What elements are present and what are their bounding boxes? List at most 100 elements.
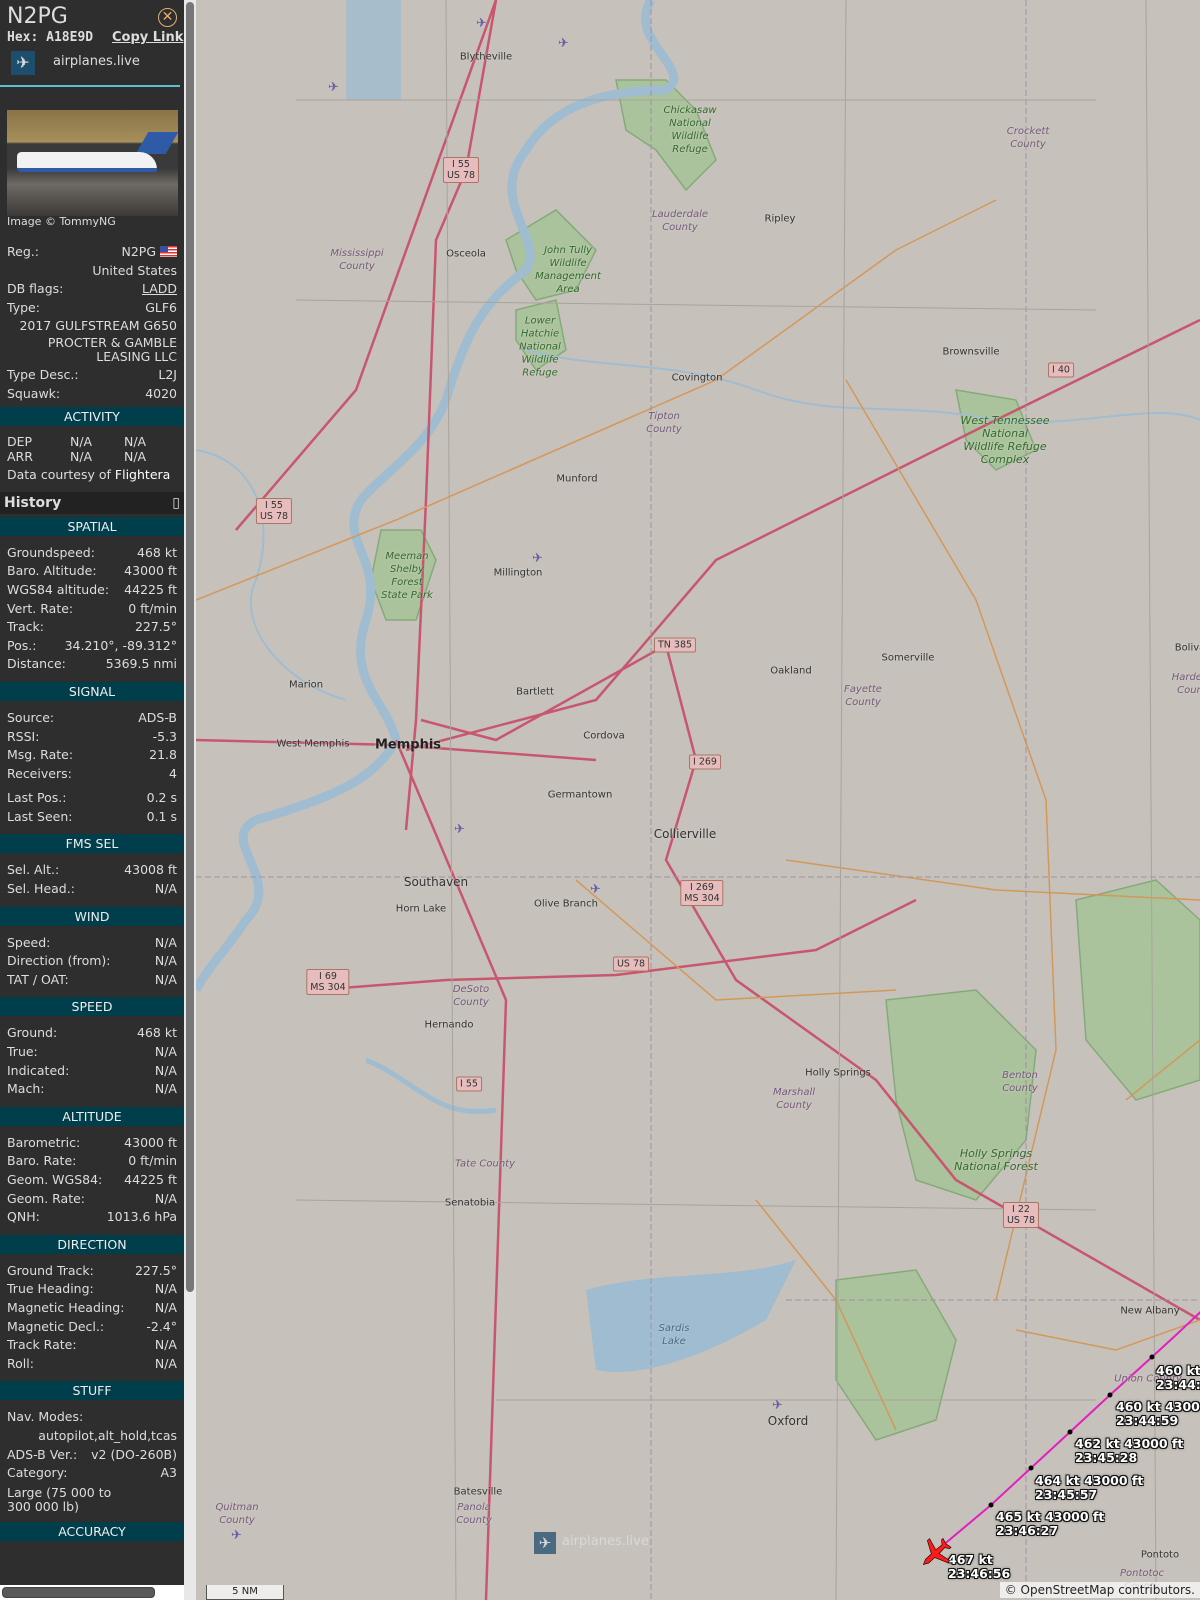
county-label: Mississippi County [330, 248, 384, 272]
horizontal-scrollbar-thumb[interactable] [2, 1587, 155, 1598]
data-courtesy: Data courtesy of Flightera [0, 466, 184, 485]
history-toggle[interactable]: History ▯ [0, 491, 184, 514]
track-point[interactable] [1067, 1429, 1073, 1435]
row-label: Sel. Head.: [7, 881, 75, 897]
activity-grid: DEP N/A N/A ARR N/A N/A [0, 434, 184, 464]
watermark-logo-icon: ✈ [534, 1532, 556, 1554]
country-row: United States [0, 262, 184, 281]
place-label: Marion [288, 679, 324, 691]
row-value: 227.5° [134, 1262, 177, 1278]
road-shield: I 55 [456, 1076, 482, 1092]
row-value: N/A [154, 971, 177, 987]
provider-link[interactable]: Flightera [115, 466, 170, 485]
shield-text: US 78 [446, 170, 476, 181]
country: United States [92, 262, 177, 278]
row-value: N/A [154, 1190, 177, 1206]
track-speed-alt: 462 kt 43000 ft [1075, 1436, 1184, 1451]
place-label: Oxford [767, 1414, 809, 1428]
close-icon[interactable]: ✕ [158, 8, 177, 27]
ladd-flag-link[interactable]: LADD [142, 280, 177, 299]
place-label: Bartlett [516, 686, 554, 698]
road-shield: I 55 US 78 [255, 498, 293, 524]
track-speed-alt: 465 kt 43000 ft [996, 1509, 1105, 1524]
info-row: Sel. Alt.: 43008 ft [0, 861, 184, 880]
airport-icon: ✈ [328, 80, 339, 95]
track-time: 23:44:59 [1116, 1413, 1179, 1428]
track-point[interactable] [988, 1502, 994, 1508]
divider [0, 85, 180, 87]
info-row: TAT / OAT: N/A [0, 971, 184, 990]
place-label: Covington [671, 372, 723, 384]
label: Reg.: [7, 244, 39, 259]
us-flag-icon [160, 246, 177, 257]
track-time: 23:45:28 [1075, 1450, 1138, 1465]
owner-row-2: LEASING LLC [0, 349, 184, 366]
category-desc: Large (75 000 to [0, 1485, 184, 1500]
county-label: Quitman County [215, 1502, 259, 1526]
history-icon[interactable]: ▯ [172, 492, 180, 514]
place-label: Somerville [881, 652, 935, 664]
track-time: 23:45:57 [1035, 1487, 1098, 1502]
row-value: 44225 ft [124, 581, 177, 597]
place-label: Germantown [547, 789, 613, 801]
row-label: Mach: [7, 1081, 45, 1097]
park-label: John Tully Wildlife Management Area [535, 245, 601, 295]
site-link[interactable]: airplanes.live [53, 54, 140, 69]
place-label: Memphis [374, 737, 442, 753]
info-row: Ground: 468 kt [0, 1024, 184, 1043]
row-label: TAT / OAT: [7, 971, 69, 987]
squawk-row: Squawk: 4020 [0, 385, 184, 404]
type-row: Type: GLF6 [0, 299, 184, 318]
info-row: Direction (from): N/A [0, 952, 184, 971]
track-label: 460 kt 43000 ft23:44:30 [1156, 1364, 1200, 1392]
arr-value: N/A [70, 449, 93, 465]
db-flags-row: DB flags: LADD [0, 280, 184, 299]
info-row: Magnetic Heading: N/A [0, 1299, 184, 1318]
info-row: QNH: 1013.6 hPa [0, 1208, 184, 1227]
row-value: 4 [169, 765, 177, 781]
row-label: Geom. Rate: [7, 1190, 86, 1206]
arr-label: ARR [7, 449, 33, 465]
hex-code: Hex: A18E9D [7, 30, 93, 45]
dep-value: N/A [70, 434, 93, 450]
aircraft-info-panel: N2PG ✕ Hex: A18E9D Copy Link ✈ airplanes… [0, 0, 184, 1600]
road-shield: I 69 MS 304 [306, 969, 350, 995]
shield-text: MS 304 [310, 982, 346, 993]
info-row: Barometric: 43000 ft [0, 1134, 184, 1153]
place-label: Pontoto [1140, 1549, 1180, 1561]
place-label: Oakland [770, 665, 812, 677]
track-point[interactable] [1028, 1465, 1034, 1471]
row-label: Receivers: [7, 765, 72, 781]
track-point[interactable] [1149, 1354, 1155, 1360]
road-shield: US 78 [612, 956, 650, 972]
info-row: Roll: N/A [0, 1355, 184, 1374]
airport-icon: ✈ [231, 1528, 242, 1543]
scale-bar: 5 NM [206, 1585, 284, 1600]
airplanes-live-logo-icon[interactable]: ✈ [11, 51, 35, 75]
map-attribution[interactable]: © OpenStreetMap contributors. [999, 1582, 1200, 1598]
aircraft-marker-icon[interactable] [916, 1533, 956, 1573]
copy-link-button[interactable]: Copy Link [112, 30, 183, 45]
place-label: Horn Lake [395, 903, 447, 915]
map-view[interactable]: Blytheville Osceola Ripley Covington Bro… [196, 0, 1200, 1600]
info-row: Receivers: 4 [0, 765, 184, 784]
shield-text: I 55 [265, 500, 283, 511]
county-label: Tate County [454, 1158, 516, 1170]
row-label: Magnetic Decl.: [7, 1318, 105, 1334]
arr-time: N/A [124, 449, 147, 465]
reg-row: Reg.: N2PG [0, 243, 184, 262]
row-value: N/A [154, 1355, 177, 1371]
county-label: Fayette County [844, 684, 882, 708]
county-label: Harden Coun [1171, 672, 1200, 696]
value: GLF6 [145, 299, 177, 315]
track-point[interactable] [1107, 1392, 1113, 1398]
section-header-accuracy: ACCURACY [0, 1521, 184, 1541]
info-row: Groundspeed: 468 kt [0, 544, 184, 563]
row-value: N/A [154, 1337, 177, 1353]
row-label: Speed: [7, 934, 51, 950]
vertical-scrollbar-thumb[interactable] [186, 2, 194, 1292]
row-value: autopilot,alt_hold,tcas [38, 1427, 177, 1443]
info-row: Baro. Altitude: 43000 ft [0, 562, 184, 581]
aircraft-photo[interactable] [7, 110, 179, 216]
road-shield: I 55 US 78 [442, 157, 480, 183]
